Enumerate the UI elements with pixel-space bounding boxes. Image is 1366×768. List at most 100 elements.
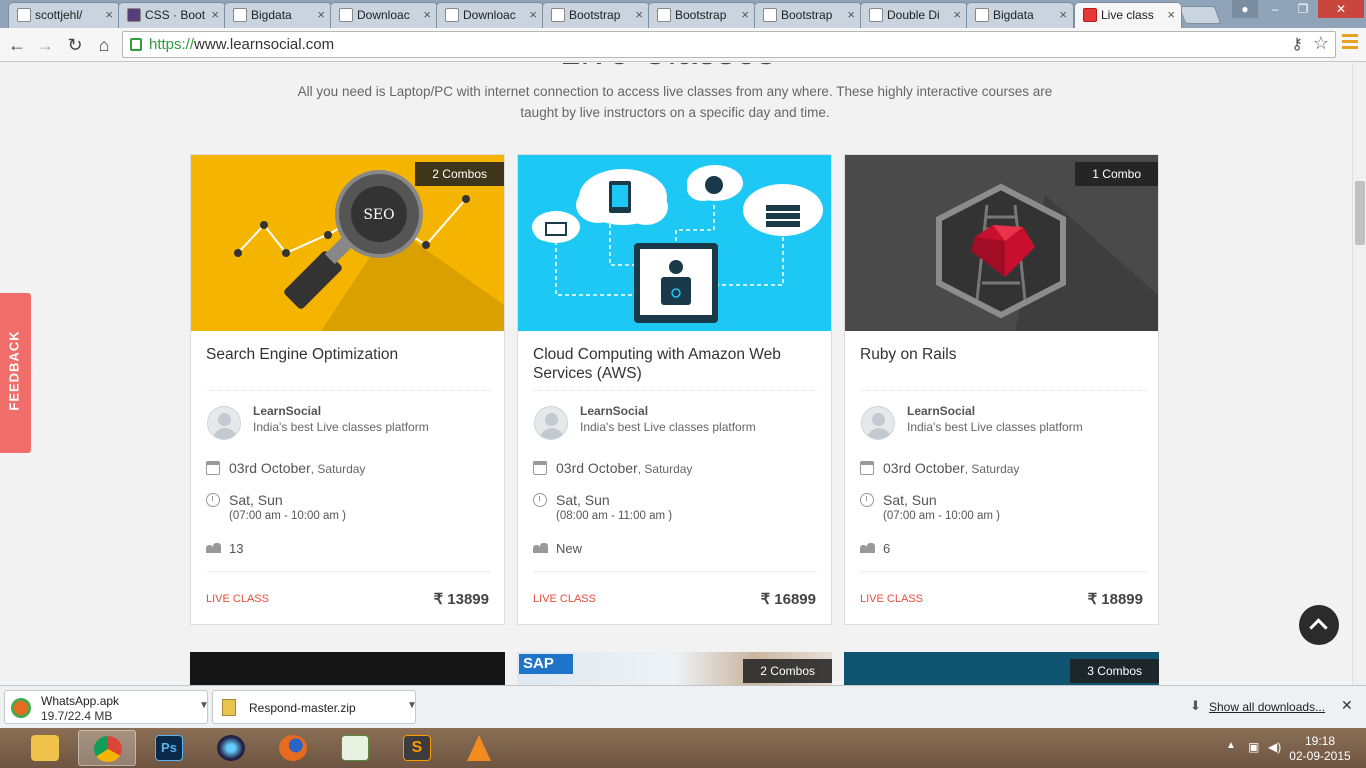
page-scrollbar[interactable] [1352,63,1366,685]
user-icon[interactable]: ● [1232,0,1258,18]
course-image[interactable]: SEO 2 Combos [191,155,504,331]
course-card-partial[interactable]: SAP 2 Combos [517,652,832,685]
browser-tab[interactable]: Bootstrap × [754,2,862,28]
close-icon[interactable]: × [211,3,219,27]
taskbar-sublime[interactable]: S [388,730,446,766]
page-icon [975,8,989,22]
course-card-partial[interactable] [190,652,505,685]
key-icon[interactable]: ⚷ [1291,34,1303,54]
network-icon[interactable]: ▣ [1248,740,1259,754]
course-card[interactable]: Cloud Computing with Amazon Web Services… [517,154,832,625]
chevron-down-icon[interactable]: ▼ [199,700,209,711]
close-icon[interactable]: × [529,3,537,27]
combo-badge[interactable]: 3 Combos [1070,659,1159,683]
chrome-menu-icon[interactable] [1342,34,1358,50]
calendar-icon [206,461,220,475]
browser-tabbar: scottjehl/× CSS · Boot × Bigdata × Downloa… [0,0,1366,28]
browser-tab[interactable]: Bigdata × [224,2,332,28]
browser-tab[interactable]: CSS · Boot × [118,2,226,28]
download-item[interactable]: WhatsApp.apk 19.7/22.4 MB ▼ [4,690,209,724]
reload-icon[interactable]: ↻ [62,32,88,58]
course-price: ₹ 13899 [433,591,489,608]
course-card[interactable]: SEO 2 Combos Search Engine Optimization … [190,154,505,625]
bookmark-star-icon[interactable]: ☆ [1313,33,1329,54]
url-text[interactable]: https://www.learnsocial.com [149,36,334,53]
browser-tab[interactable]: Bootstrap × [542,2,650,28]
course-price: ₹ 16899 [760,591,816,608]
sap-logo: SAP [519,654,573,674]
close-icon[interactable]: ✕ [1341,697,1353,714]
divider [533,571,818,572]
course-title[interactable]: Cloud Computing with Amazon Web Services… [533,345,818,383]
download-item[interactable]: Respond-master.zip ▼ [212,690,417,724]
feedback-tab[interactable]: FEEDBACK [0,293,31,453]
course-card-partial[interactable]: 3 Combos [844,652,1159,685]
browser-tab[interactable]: scottjehl/× [8,2,120,28]
course-image[interactable]: 1 Combo [845,155,1158,331]
combo-badge[interactable]: 2 Combos [415,162,504,186]
instructor-name[interactable]: LearnSocial [253,404,321,418]
chevron-down-icon[interactable]: ▼ [407,700,417,711]
volume-icon[interactable]: ◀) [1268,740,1281,754]
close-icon[interactable]: × [1059,3,1067,27]
course-title[interactable]: Ruby on Rails [860,345,1145,364]
browser-tab[interactable]: Bootstrap × [648,2,756,28]
close-icon[interactable]: × [1167,3,1175,27]
taskbar-chrome[interactable] [78,730,136,766]
users-icon [860,541,875,555]
download-arrow-icon: ⬇ [1190,698,1201,713]
browser-tab-active[interactable]: Live class × [1074,2,1182,28]
taskbar-notepad[interactable] [326,730,384,766]
new-tab-button[interactable] [1178,6,1222,24]
close-icon[interactable]: × [423,3,431,27]
show-all-downloads-link[interactable]: Show all downloads... [1209,700,1325,714]
notepad-icon [341,735,369,761]
forward-icon[interactable]: → [32,32,58,58]
close-icon[interactable]: × [953,3,961,27]
combo-badge[interactable]: 1 Combo [1075,162,1158,186]
taskbar-explorer[interactable] [16,730,74,766]
restore-button[interactable]: ❐ [1290,0,1316,18]
tray-expand-icon[interactable]: ▲ [1226,740,1236,751]
enrolled-count: 6 [883,541,891,556]
browser-tab[interactable]: Downloac × [436,2,544,28]
instructor-name[interactable]: LearnSocial [580,404,648,418]
taskbar-photoshop[interactable]: Ps [140,730,198,766]
chrome-icon [94,736,122,762]
browser-tab[interactable]: Bigdata × [966,2,1074,28]
taskbar-firefox[interactable] [264,730,322,766]
course-image[interactable] [518,155,831,331]
users-icon [206,541,221,555]
scrollbar-thumb[interactable] [1355,181,1365,245]
taskbar-vlc[interactable] [450,730,508,766]
instructor-tagline: India's best Live classes platform [253,420,429,434]
instructor-name[interactable]: LearnSocial [907,404,975,418]
course-title[interactable]: Search Engine Optimization [206,345,491,364]
close-icon[interactable]: × [317,3,325,27]
zip-file-icon [222,699,236,716]
taskbar-media[interactable] [202,730,260,766]
page-icon [551,8,565,22]
browser-tab[interactable]: Double Di × [860,2,968,28]
back-icon[interactable]: ← [4,32,30,58]
close-icon[interactable]: × [635,3,643,27]
system-clock[interactable]: 19:18 02-09-2015 [1285,734,1355,764]
course-price: ₹ 18899 [1087,591,1143,608]
home-icon[interactable]: ⌂ [91,32,117,58]
lock-icon [130,38,142,51]
course-time: (08:00 am - 11:00 am ) [556,510,673,522]
firefox-icon [279,735,307,761]
minimize-button[interactable]: – [1262,0,1288,18]
scroll-to-top-button[interactable] [1299,605,1339,645]
close-icon[interactable]: × [105,3,113,27]
close-window-button[interactable]: ✕ [1318,0,1364,18]
close-icon[interactable]: × [741,3,749,27]
page-content: Live Classes All you need is Laptop/PC w… [0,63,1352,685]
combo-badge[interactable]: 2 Combos [743,659,832,683]
browser-tab[interactable]: Downloac × [330,2,438,28]
close-icon[interactable]: × [847,3,855,27]
calendar-icon [533,461,547,475]
enrolled-count: 13 [229,541,244,556]
course-card[interactable]: 1 Combo Ruby on Rails LearnSocial India'… [844,154,1159,625]
address-bar[interactable]: https://www.learnsocial.com ⚷ ☆ [122,31,1336,58]
